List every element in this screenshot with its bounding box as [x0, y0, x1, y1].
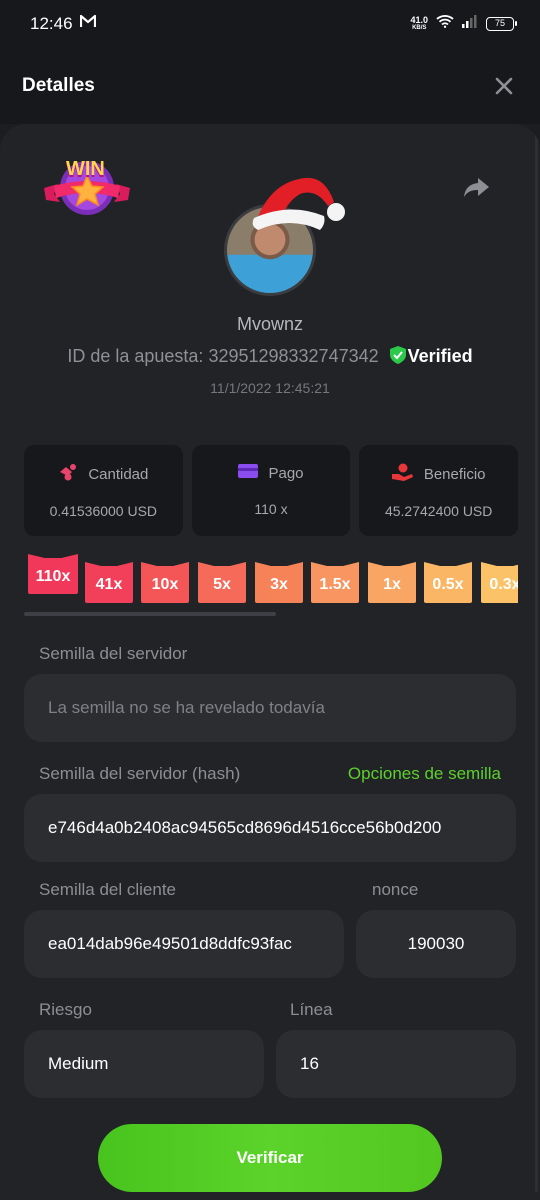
wifi-icon — [436, 14, 454, 33]
stat-payout: Pago 110 x — [191, 445, 351, 536]
bet-id-line: ID de la apuesta: 32951298332747342 Veri… — [0, 346, 540, 369]
stat-profit-value: 45.2742400 USD — [384, 503, 493, 519]
server-seed-field[interactable]: La semilla no se ha revelado todavía — [24, 674, 516, 742]
bet-id-label: ID de la apuesta: — [67, 346, 204, 366]
multiplier-slot: 10x — [141, 566, 189, 603]
stat-profit: Beneficio 45.2742400 USD — [359, 445, 519, 536]
stat-payout-value: 110 x — [254, 501, 288, 517]
multiplier-strip[interactable]: 110x 41x 10x 5x 3x 1.5x 1x 0.5x 0.3x — [28, 554, 518, 610]
nonce-field[interactable]: 190030 — [356, 910, 516, 978]
bet-details-card: WIN Mvownz ID de la apuesta: 32951298332… — [0, 124, 540, 1200]
multiplier-slot: 5x — [198, 566, 246, 603]
verified-label: Verified — [407, 346, 473, 366]
network-speed: 41.0 KB/S — [410, 14, 428, 32]
username: Mvownz — [236, 314, 303, 334]
line-label: Línea — [290, 1000, 333, 1019]
multiplier-slot: 1.5x — [311, 566, 359, 603]
server-hash-field[interactable]: e746d4a0b2408ac94565cd8696d4516cce56b0d2… — [24, 794, 516, 862]
multiplier-slot-highlighted: 110x — [28, 558, 78, 594]
coins-icon — [58, 463, 78, 485]
stat-amount-label: Cantidad — [88, 465, 149, 483]
seed-options-link[interactable]: Opciones de semilla — [348, 764, 501, 784]
multiplier-slot: 1x — [368, 566, 416, 603]
status-time: 12:46 — [30, 14, 73, 33]
multiplier-scrollbar[interactable] — [24, 612, 276, 616]
stat-amount-value: 0.41536000 USD — [49, 503, 158, 519]
santa-hat-icon — [250, 172, 350, 234]
status-bar: 12:46 41.0 KB/S 75 — [0, 0, 540, 50]
stat-payout-label: Pago — [268, 464, 304, 482]
line-field[interactable]: 16 — [276, 1030, 516, 1098]
multiplier-slot: 41x — [85, 566, 133, 603]
bet-id-value: 32951298332747342 — [208, 346, 379, 366]
share-icon[interactable] — [462, 176, 490, 200]
nonce-label: nonce — [372, 880, 419, 899]
details-header: Detalles — [0, 50, 540, 124]
verified-shield-icon — [389, 346, 406, 369]
scrollbar[interactable] — [535, 132, 538, 1192]
signal-icon — [462, 14, 478, 33]
risk-label: Riesgo — [39, 1000, 92, 1019]
client-seed-field[interactable]: ea014dab96e49501d8ddfc93fac — [24, 910, 344, 978]
network-speed-value: 41.0 — [410, 14, 428, 25]
win-badge-icon: WIN — [42, 154, 132, 220]
multiplier-slot: 3x — [255, 566, 303, 603]
multiplier-slot: 0.3x — [481, 566, 518, 603]
network-speed-unit: KB/S — [412, 24, 427, 31]
risk-field[interactable]: Medium — [24, 1030, 264, 1098]
bet-datetime: 11/1/2022 12:45:21 — [210, 380, 330, 396]
card-icon — [238, 463, 259, 483]
gmail-icon — [79, 14, 97, 33]
stat-amount: Cantidad 0.41536000 USD — [24, 445, 183, 536]
server-seed-label: Semilla del servidor — [39, 644, 188, 663]
page-title: Detalles — [22, 75, 95, 96]
stats-row: Cantidad 0.41536000 USD Pago 110 x Benef… — [24, 445, 519, 536]
stat-profit-label: Beneficio — [423, 465, 486, 483]
server-hash-label: Semilla del servidor (hash) — [39, 764, 241, 783]
win-badge-text: WIN — [66, 158, 105, 180]
multiplier-slot: 0.5x — [424, 566, 472, 603]
hand-coin-icon — [391, 463, 414, 485]
close-icon[interactable] — [492, 74, 516, 98]
battery-icon: 75 — [486, 16, 517, 31]
client-seed-label: Semilla del cliente — [39, 880, 177, 899]
verify-button[interactable]: Verificar — [98, 1124, 442, 1192]
